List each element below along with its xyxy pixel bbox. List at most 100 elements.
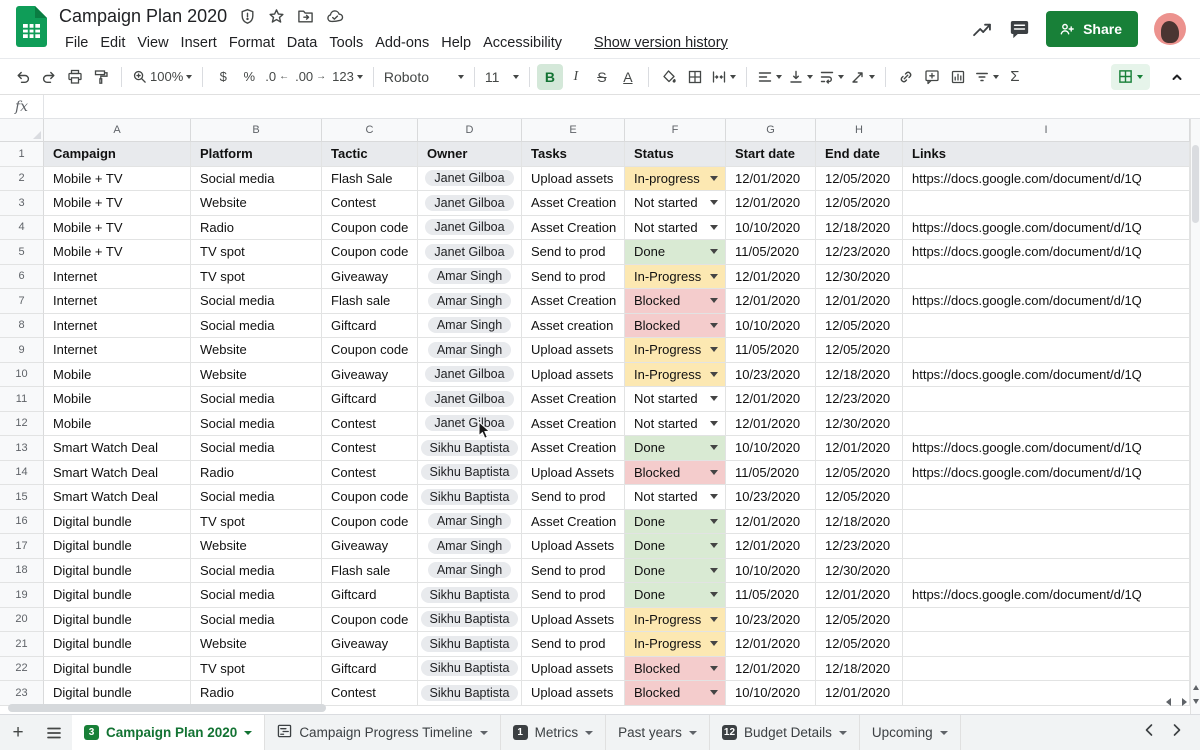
status-dropdown-icon[interactable] — [710, 592, 718, 597]
tasks-cell[interactable]: Send to prod — [522, 632, 625, 657]
status-dropdown-icon[interactable] — [710, 176, 718, 181]
end-cell[interactable]: 12/18/2020 — [816, 363, 903, 388]
status-dropdown-icon[interactable] — [710, 347, 718, 352]
row-number[interactable]: 21 — [0, 632, 44, 657]
menu-accessibility[interactable]: Accessibility — [477, 33, 568, 53]
link-cell[interactable]: https://docs.google.com/document/d/1Q — [903, 583, 1190, 608]
start-cell[interactable]: 10/10/2020 — [726, 314, 816, 339]
star-icon[interactable] — [268, 8, 285, 25]
status-dropdown-icon[interactable] — [710, 225, 718, 230]
menu-addons[interactable]: Add-ons — [369, 33, 435, 53]
owner-chip[interactable]: Sikhu Baptista — [421, 685, 519, 701]
row-number[interactable]: 5 — [0, 240, 44, 265]
link-cell[interactable]: https://docs.google.com/document/d/1Q — [903, 289, 1190, 314]
start-cell[interactable]: 11/05/2020 — [726, 583, 816, 608]
campaign-cell[interactable]: Smart Watch Deal — [44, 461, 191, 486]
header-cell-enddate[interactable]: End date — [816, 142, 903, 167]
tasks-cell[interactable]: Send to prod — [522, 559, 625, 584]
tab-menu-caret-icon[interactable] — [940, 731, 948, 735]
column-header-F[interactable]: F — [625, 119, 726, 142]
status-cell[interactable]: In-Progress — [625, 608, 726, 633]
scroll-left-arrow-icon[interactable] — [1166, 698, 1171, 706]
tactic-cell[interactable]: Contest — [322, 681, 418, 706]
end-cell[interactable]: 12/05/2020 — [816, 167, 903, 192]
header-cell-status[interactable]: Status — [625, 142, 726, 167]
owner-cell[interactable]: Sikhu Baptista — [418, 681, 522, 706]
row-number[interactable]: 13 — [0, 436, 44, 461]
campaign-cell[interactable]: Smart Watch Deal — [44, 436, 191, 461]
status-cell[interactable]: Done — [625, 510, 726, 535]
status-cell[interactable]: Blocked — [625, 681, 726, 706]
strikethrough-button[interactable]: S — [589, 64, 615, 90]
owner-chip[interactable]: Janet Gilboa — [425, 244, 513, 260]
status-dropdown-icon[interactable] — [710, 519, 718, 524]
tasks-cell[interactable]: Upload assets — [522, 657, 625, 682]
status-cell[interactable]: In-Progress — [625, 265, 726, 290]
platform-cell[interactable]: TV spot — [191, 510, 322, 535]
tasks-cell[interactable]: Send to prod — [522, 265, 625, 290]
share-button[interactable]: Share — [1046, 11, 1138, 47]
insert-link-button[interactable] — [893, 64, 919, 90]
end-cell[interactable]: 12/01/2020 — [816, 681, 903, 706]
owner-chip[interactable]: Sikhu Baptista — [421, 489, 519, 505]
horizontal-align-button[interactable] — [754, 64, 785, 90]
row-number[interactable]: 19 — [0, 583, 44, 608]
tasks-cell[interactable]: Upload assets — [522, 338, 625, 363]
row-number[interactable]: 10 — [0, 363, 44, 388]
campaign-cell[interactable]: Mobile — [44, 387, 191, 412]
tactic-cell[interactable]: Giftcard — [322, 583, 418, 608]
platform-cell[interactable]: Social media — [191, 314, 322, 339]
end-cell[interactable]: 12/05/2020 — [816, 485, 903, 510]
start-cell[interactable]: 10/23/2020 — [726, 608, 816, 633]
start-cell[interactable]: 12/01/2020 — [726, 510, 816, 535]
formula-input[interactable] — [44, 95, 1200, 118]
campaign-cell[interactable]: Smart Watch Deal — [44, 485, 191, 510]
owner-cell[interactable]: Amar Singh — [418, 534, 522, 559]
tasks-cell[interactable]: Asset Creation — [522, 216, 625, 241]
status-cell[interactable]: In-progress — [625, 167, 726, 192]
owner-chip[interactable]: Amar Singh — [428, 293, 511, 309]
row-number[interactable]: 17 — [0, 534, 44, 559]
platform-cell[interactable]: Radio — [191, 681, 322, 706]
menu-help[interactable]: Help — [435, 33, 477, 53]
column-header-H[interactable]: H — [816, 119, 903, 142]
link-cell[interactable] — [903, 412, 1190, 437]
link-cell[interactable] — [903, 510, 1190, 535]
start-cell[interactable]: 10/23/2020 — [726, 363, 816, 388]
tactic-cell[interactable]: Coupon code — [322, 485, 418, 510]
end-cell[interactable]: 12/05/2020 — [816, 461, 903, 486]
menu-tools[interactable]: Tools — [323, 33, 369, 53]
owner-chip[interactable]: Amar Singh — [428, 538, 511, 554]
owner-cell[interactable]: Amar Singh — [418, 559, 522, 584]
start-cell[interactable]: 12/01/2020 — [726, 191, 816, 216]
status-dropdown-icon[interactable] — [710, 494, 718, 499]
start-cell[interactable]: 10/10/2020 — [726, 216, 816, 241]
tasks-cell[interactable]: Upload Assets — [522, 461, 625, 486]
tactic-cell[interactable]: Giveaway — [322, 632, 418, 657]
status-cell[interactable]: In-Progress — [625, 363, 726, 388]
tactic-cell[interactable]: Contest — [322, 412, 418, 437]
column-header-I[interactable]: I — [903, 119, 1190, 142]
campaign-cell[interactable]: Digital bundle — [44, 534, 191, 559]
status-dropdown-icon[interactable] — [710, 445, 718, 450]
owner-chip[interactable]: Janet Gilboa — [425, 391, 513, 407]
tactic-cell[interactable]: Giftcard — [322, 387, 418, 412]
tasks-cell[interactable]: Send to prod — [522, 485, 625, 510]
owner-chip[interactable]: Sikhu Baptista — [421, 636, 519, 652]
menu-format[interactable]: Format — [223, 33, 281, 53]
link-cell[interactable] — [903, 608, 1190, 633]
tactic-cell[interactable]: Coupon code — [322, 338, 418, 363]
increase-decimal-button[interactable]: .00→ — [292, 64, 329, 90]
tasks-cell[interactable]: Asset Creation — [522, 191, 625, 216]
sheet-tab-metrics[interactable]: 1Metrics — [501, 715, 607, 750]
menu-insert[interactable]: Insert — [175, 33, 223, 53]
status-cell[interactable]: Not started — [625, 387, 726, 412]
row-number[interactable]: 2 — [0, 167, 44, 192]
owner-cell[interactable]: Sikhu Baptista — [418, 583, 522, 608]
tactic-cell[interactable]: Contest — [322, 436, 418, 461]
platform-cell[interactable]: Social media — [191, 289, 322, 314]
tasks-cell[interactable]: Upload assets — [522, 681, 625, 706]
decrease-decimal-button[interactable]: .0← — [262, 64, 292, 90]
campaign-cell[interactable]: Mobile + TV — [44, 167, 191, 192]
link-cell[interactable] — [903, 485, 1190, 510]
